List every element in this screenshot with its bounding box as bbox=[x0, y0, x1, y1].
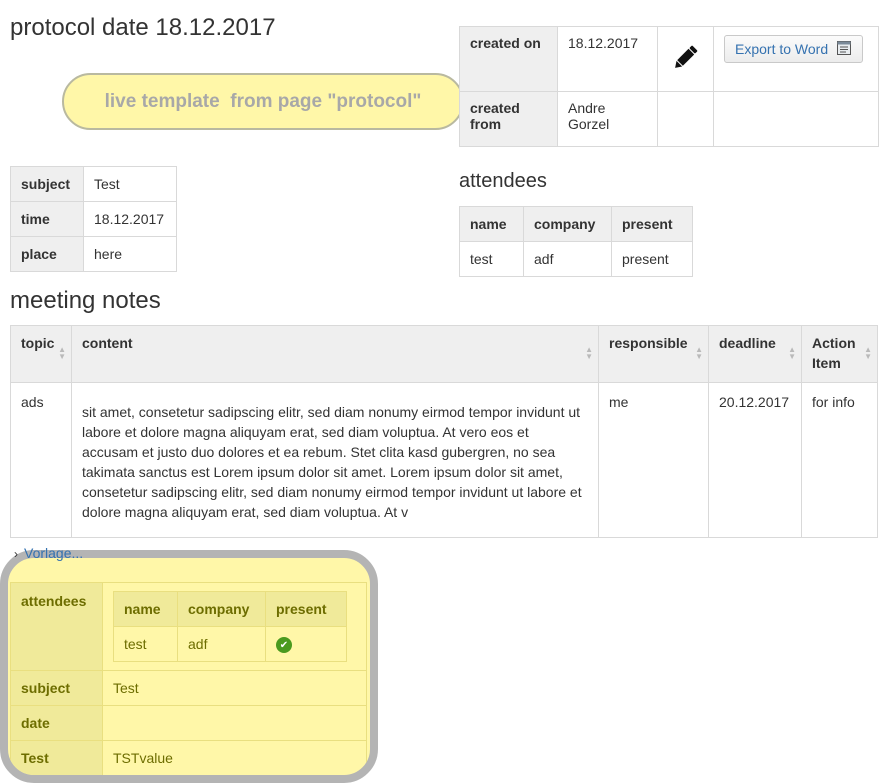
column-header: present bbox=[265, 591, 347, 627]
created-on-label: created on bbox=[459, 26, 558, 92]
table-cell: adf bbox=[523, 241, 612, 277]
column-label: deadline bbox=[719, 335, 776, 351]
column-header: present bbox=[611, 206, 693, 242]
template-value: Test bbox=[102, 670, 367, 706]
sort-icon: ▲ ▼ bbox=[585, 345, 593, 361]
column-header-responsible[interactable]: responsible ▲ ▼ bbox=[598, 325, 709, 383]
table-row: Test TSTvalue bbox=[10, 740, 367, 775]
table-cell: present bbox=[611, 241, 693, 277]
table-row: subject Test bbox=[10, 670, 367, 706]
table-cell: 20.12.2017 bbox=[708, 382, 802, 538]
column-label: Action Item bbox=[812, 335, 856, 371]
created-on-value: 18.12.2017 bbox=[557, 26, 658, 92]
word-document-icon bbox=[836, 40, 852, 59]
table-row: ads sit amet, consetetur sadipscing elit… bbox=[10, 382, 878, 538]
table-cell: sit amet, consetetur sadipscing elitr, s… bbox=[71, 382, 599, 538]
template-preview-panel: attendees name company present test adf … bbox=[0, 550, 378, 783]
attendees-table: name company present test adf present bbox=[459, 206, 693, 277]
table-cell: ads bbox=[10, 382, 72, 538]
template-attendees-label: attendees bbox=[10, 582, 103, 671]
table-cell: adf bbox=[177, 626, 266, 662]
info-label: place bbox=[10, 236, 84, 272]
info-table: subject Test time 18.12.2017 place here bbox=[10, 166, 177, 272]
column-header: company bbox=[177, 591, 266, 627]
column-header-action-item[interactable]: Action Item ▲ ▼ bbox=[801, 325, 878, 383]
template-value bbox=[102, 705, 367, 741]
table-cell: for info bbox=[801, 382, 878, 538]
check-circle-icon: ✔ bbox=[276, 637, 292, 654]
column-label: content bbox=[82, 335, 133, 351]
table-cell: test bbox=[459, 241, 524, 277]
export-to-word-button[interactable]: Export to Word bbox=[724, 35, 864, 63]
empty-cell bbox=[713, 91, 879, 147]
meeting-notes-table: topic ▲ ▼ content ▲ ▼ responsible ▲ ▼ deadline… bbox=[10, 325, 878, 538]
vorlage-expander[interactable]: › Vorlage... bbox=[14, 545, 83, 561]
created-from-last-name: Gorzel bbox=[568, 116, 610, 132]
info-value: Test bbox=[83, 166, 177, 202]
info-value: 18.12.2017 bbox=[83, 201, 177, 237]
edit-cell bbox=[657, 26, 714, 92]
column-header: company bbox=[523, 206, 612, 242]
chevron-right-icon: › bbox=[14, 547, 18, 561]
table-row: attendees name company present test adf … bbox=[10, 582, 367, 671]
sort-icon: ▲ ▼ bbox=[695, 345, 703, 361]
info-value: here bbox=[83, 236, 177, 272]
info-label: time bbox=[10, 201, 84, 237]
column-label: responsible bbox=[609, 335, 688, 351]
vorlage-link[interactable]: Vorlage... bbox=[24, 545, 83, 561]
table-row: date bbox=[10, 705, 367, 741]
column-header-topic[interactable]: topic ▲ ▼ bbox=[10, 325, 72, 383]
table-cell: me bbox=[598, 382, 709, 538]
created-from-first-name: Andre bbox=[568, 100, 606, 116]
template-label: date bbox=[10, 705, 103, 741]
template-label: subject bbox=[10, 670, 103, 706]
table-cell: ✔ bbox=[265, 626, 347, 662]
template-value: TSTvalue bbox=[102, 740, 367, 775]
meeting-notes-heading: meeting notes bbox=[10, 287, 161, 314]
table-cell: test bbox=[113, 626, 178, 662]
attendees-heading: attendees bbox=[459, 170, 547, 192]
sort-icon: ▲ ▼ bbox=[864, 345, 872, 361]
page-title: protocol date 18.12.2017 bbox=[10, 14, 276, 41]
table-row: time 18.12.2017 bbox=[10, 201, 177, 237]
metadata-table: created on 18.12.2017 Export to Word cre… bbox=[459, 26, 879, 147]
table-row: subject Test bbox=[10, 166, 177, 202]
created-from-value: Andre Gorzel bbox=[557, 91, 658, 147]
pencil-icon[interactable] bbox=[671, 44, 699, 75]
column-header-content[interactable]: content ▲ ▼ bbox=[71, 325, 599, 383]
column-header-deadline[interactable]: deadline ▲ ▼ bbox=[708, 325, 802, 383]
column-header: name bbox=[459, 206, 524, 242]
export-label: Export to Word bbox=[735, 41, 829, 57]
template-attendees-cell: name company present test adf ✔ bbox=[102, 582, 367, 671]
column-header: name bbox=[113, 591, 178, 627]
export-cell: Export to Word bbox=[713, 26, 879, 92]
live-template-badge: live template from page "protocol" bbox=[62, 73, 464, 130]
created-from-label: created from bbox=[459, 91, 558, 147]
content-text: sit amet, consetetur sadipscing elitr, s… bbox=[82, 404, 582, 520]
template-attendees-table: name company present test adf ✔ bbox=[113, 591, 347, 662]
table-row: test adf present bbox=[459, 241, 693, 277]
table-row: test adf ✔ bbox=[113, 626, 347, 662]
sort-icon: ▲ ▼ bbox=[788, 345, 796, 361]
empty-cell bbox=[657, 91, 714, 147]
info-label: subject bbox=[10, 166, 84, 202]
sort-icon: ▲ ▼ bbox=[58, 345, 66, 361]
template-preview-table: attendees name company present test adf … bbox=[10, 582, 367, 775]
table-row: place here bbox=[10, 236, 177, 272]
column-label: topic bbox=[21, 335, 55, 351]
template-label: Test bbox=[10, 740, 103, 775]
